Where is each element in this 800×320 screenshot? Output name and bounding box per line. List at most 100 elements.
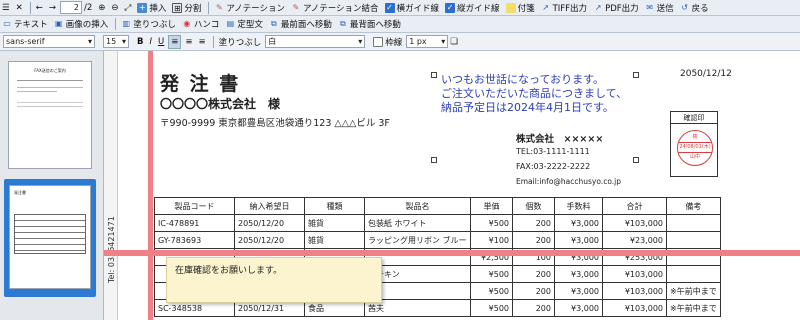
sticky-note-text: 在庫確認をお願いします。: [175, 266, 283, 276]
greeting-line-3: 納品予定日は2024年4月1日です。: [441, 101, 614, 114]
border-toggle[interactable]: 枠線: [371, 35, 404, 49]
next-page-icon[interactable]: →: [47, 1, 58, 15]
align-left-icon[interactable]: ≡: [168, 34, 182, 49]
send-back-button[interactable]: ⧉ 最背面へ移動: [336, 17, 403, 31]
table-cell: ¥500: [470, 214, 513, 232]
text-button[interactable]: ▭ テキスト: [0, 17, 50, 31]
table-row: GY-783693 2050/12/20 雑貨 ラッピング用リボン ブルー ¥100 20…: [154, 231, 721, 249]
split-button[interactable]: ⊞ 分割: [170, 1, 203, 15]
underline-button[interactable]: U: [156, 35, 166, 49]
page-number-input[interactable]: 2: [60, 1, 82, 14]
table-cell: 雑貨: [304, 214, 365, 232]
bring-front-icon: ⧉: [271, 19, 277, 28]
back-icon: ↺: [681, 2, 688, 12]
shadow-icon[interactable]: ❏: [448, 35, 460, 49]
split-icon: ⊞: [172, 2, 183, 13]
fill-icon: ▥: [122, 19, 131, 28]
align-right-icon[interactable]: ≡: [196, 35, 207, 49]
stamp-name: 山中: [689, 154, 700, 160]
annotation-merge-button[interactable]: ✎ アノテーション結合: [289, 1, 381, 15]
stamp-date: 24/08/01(木): [678, 142, 712, 153]
resize-handle[interactable]: [431, 157, 437, 163]
page-total: /2: [84, 2, 93, 13]
thumbnail-page-1[interactable]: FAX送信のご案内: [8, 61, 92, 169]
zoom-in-icon[interactable]: ⊕: [96, 1, 107, 15]
thumb-title: FAX送信のご案内: [34, 68, 66, 73]
greeting-line-1: いつもお世話になっております。: [441, 73, 605, 86]
italic-button[interactable]: I: [147, 35, 154, 49]
sender-email: Email:info@hacchusyo.co.jp: [516, 177, 621, 186]
doc-title: 発 注 書: [160, 73, 241, 95]
greeting-annotation[interactable]: いつもお世話になっております。 ご注文いただいた商品につきまして、 納品予定日は…: [441, 73, 627, 115]
fill-button[interactable]: ▥ 塗りつぶし: [119, 17, 178, 31]
resize-handle[interactable]: [633, 72, 639, 78]
recipient: 〇〇〇〇株式会社 様: [160, 97, 281, 111]
image-icon: ▣: [54, 19, 63, 28]
tiff-button[interactable]: ↗ TIFF出力: [539, 1, 589, 15]
table-cell: ¥103,000: [602, 265, 667, 283]
font-size-select[interactable]: 15 ▾: [103, 35, 129, 48]
address: 〒990-9999 東京都豊島区池袋通り123 △△△ビル 3F: [160, 118, 390, 129]
table-header: 製品コード: [154, 197, 235, 215]
export-icon: ↗: [594, 2, 602, 12]
pdf-button[interactable]: ↗ PDF出力: [591, 1, 641, 15]
send-button[interactable]: ✉ 送信: [643, 1, 676, 15]
fixed-text-button[interactable]: ▤ 定型文: [223, 17, 265, 31]
sender-tel: TEL:03-1111-1111: [516, 147, 590, 156]
hguide-toggle[interactable]: ✓ 横ガイド線: [383, 1, 442, 15]
table-cell: [666, 214, 721, 232]
vertical-guide-line[interactable]: [148, 51, 153, 320]
table-cell: ¥3,000: [554, 214, 603, 232]
send-back-icon: ⧉: [340, 19, 346, 28]
document-canvas[interactable]: 発 注 書 〇〇〇〇株式会社 様 〒990-9999 東京都豊島区池袋通り123…: [118, 51, 800, 320]
greeting-line-2: ご注文いただいた商品につきまして、: [441, 87, 628, 100]
image-button[interactable]: ▣ 画像の挿入: [52, 17, 111, 31]
fixed-text-icon: ▤: [226, 19, 235, 28]
zoom-out-icon[interactable]: ⊖: [109, 1, 120, 15]
table-cell: ※午前中まで: [666, 282, 721, 300]
resize-handle[interactable]: [633, 157, 639, 163]
mail-icon: ✉: [646, 2, 653, 12]
annotation-button[interactable]: ✎ アノテーション: [212, 1, 287, 15]
table-row: IC-478891 2050/12/20 雑貨 包装紙 ホワイト ¥500 200 ¥3,0…: [154, 214, 721, 232]
insert-button[interactable]: + 挿入: [135, 1, 168, 15]
sender-company: 株式会社 ×××××: [516, 134, 604, 145]
horizontal-guide-line[interactable]: [104, 250, 800, 256]
table-cell: ¥500: [470, 265, 513, 283]
date-stamp[interactable]: 検 24/08/01(木) 山中: [677, 130, 713, 166]
table-header: 個数: [512, 197, 555, 215]
back-button[interactable]: ↺ 戻る: [678, 1, 711, 15]
stamp-button[interactable]: ◉ ハンコ: [180, 17, 222, 31]
sticky-note[interactable]: 在庫確認をお願いします。: [166, 257, 382, 303]
checkbox-icon: [373, 36, 384, 47]
table-cell: ¥3,000: [554, 265, 603, 283]
table-cell: 200: [512, 299, 555, 317]
chevron-down-icon: ▾: [358, 37, 363, 46]
menu-icon[interactable]: ☰: [0, 1, 12, 15]
fill-color-select[interactable]: 白 ▾: [265, 35, 366, 48]
font-select[interactable]: sans-serif ▾: [3, 35, 95, 48]
doc-date: 2050/12/12: [680, 69, 732, 79]
sticky-button[interactable]: 付箋: [504, 1, 537, 15]
border-width-select[interactable]: 1 px ▾: [406, 35, 449, 48]
table-cell: 200: [512, 282, 555, 300]
bold-button[interactable]: B: [135, 35, 145, 49]
table-header: 手数料: [554, 197, 603, 215]
merge-icon: ✎: [292, 2, 300, 12]
close-icon[interactable]: ✕: [14, 1, 25, 15]
approval-box: 確認印 検 24/08/01(木) 山中: [670, 111, 718, 177]
sticky-note-icon: [505, 2, 516, 13]
stamp-icon: ◉: [183, 19, 191, 28]
table-cell: 2050/12/20: [234, 231, 305, 249]
prev-page-icon[interactable]: ←: [34, 1, 45, 15]
thumbnail-page-2[interactable]: 発注書: [9, 185, 91, 289]
bring-front-button[interactable]: ⧉ 最前面へ移動: [267, 17, 334, 31]
table-cell: [666, 265, 721, 283]
format-toolbar: sans-serif ▾ 15 ▾ B I U ≡ ≡ ≡ 塗りつぶし 白 ▾ 枠線 …: [0, 33, 800, 51]
vguide-toggle[interactable]: ✓ 縦ガイド線: [443, 1, 502, 15]
fit-icon[interactable]: ⤢: [123, 1, 134, 15]
resize-handle[interactable]: [431, 72, 437, 78]
align-center-icon[interactable]: ≡: [183, 35, 194, 49]
edit-toolbar: ▭ テキスト ▣ 画像の挿入 ▥ 塗りつぶし ◉ ハンコ ▤ 定型文 ⧉ 最前面へ移動 ⧉ 最…: [0, 16, 800, 33]
table-cell: ¥103,000: [602, 282, 667, 300]
